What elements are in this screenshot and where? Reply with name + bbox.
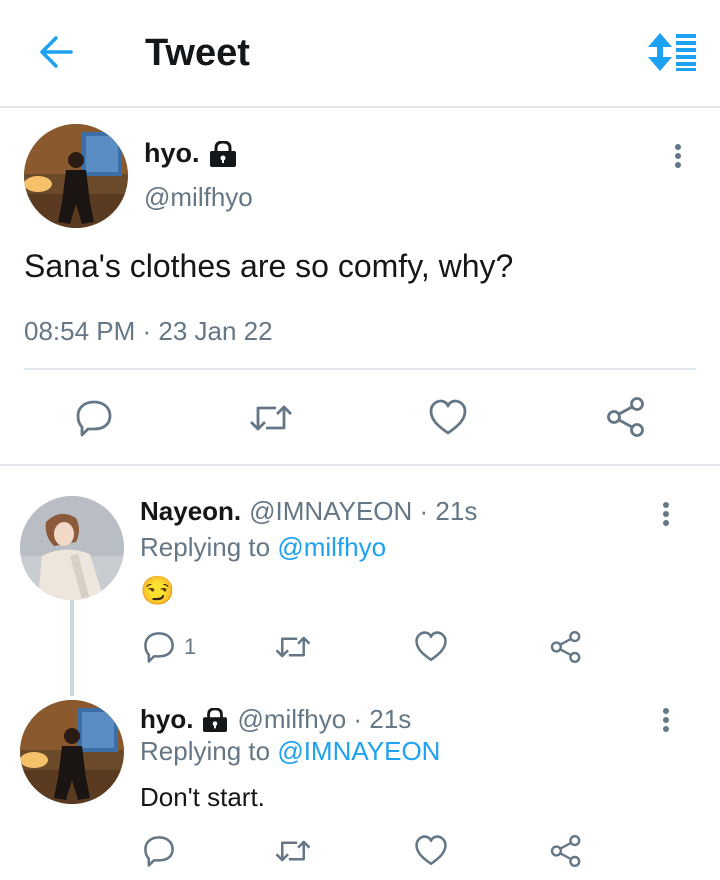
heart-icon [415,631,447,662]
replying-to: Replying to @milfhyo [140,532,386,563]
retweet-button[interactable] [274,630,312,664]
heart-icon [415,835,447,866]
avatar[interactable] [24,124,128,228]
lock-icon [209,140,236,167]
author-name[interactable]: hyo. [140,704,193,735]
mention-link[interactable]: @IMNAYEON [277,736,440,766]
tweet-actions [0,390,720,450]
like-button[interactable] [428,398,468,438]
sort-button[interactable] [644,32,700,72]
share-button[interactable] [550,834,582,868]
share-button[interactable] [550,630,582,664]
retweet-icon [275,636,311,658]
reply-text: Don't start. [140,782,265,812]
reply-button[interactable] [74,398,114,438]
arrow-left-icon [40,36,73,68]
reply-text: 😏 [140,575,175,606]
author-meta: @IMNAYEON · 21s [249,496,478,526]
retweet-icon [275,840,311,862]
retweet-icon [250,405,292,431]
reply-count: 1 [184,634,197,659]
lock-icon [203,707,228,732]
author-row: hyo. [144,138,238,169]
retweet-button[interactable] [248,398,294,438]
reply-header: hyo. @milfhyo · 21s [140,704,411,735]
heart-icon [429,399,467,435]
tweet-timestamp: 08:54 PM · 23 Jan 22 [24,316,273,346]
author-name[interactable]: hyo. [144,138,200,169]
reply-icon [76,400,112,437]
more-options-button[interactable] [654,496,678,532]
share-button[interactable] [606,396,646,438]
top-bar: Tweet [0,0,720,108]
mention-link[interactable]: @milfhyo [277,532,386,562]
author-handle[interactable]: @milfhyo [144,182,253,213]
avatar[interactable] [20,496,124,600]
author-meta: @milfhyo · 21s [237,704,412,734]
page-title: Tweet [145,32,250,74]
like-button[interactable] [414,834,448,868]
retweet-button[interactable] [274,834,312,868]
like-button[interactable] [414,630,448,664]
author-name[interactable]: Nayeon. [140,496,241,527]
reply-icon [144,836,174,867]
replying-label: Replying to [140,736,271,766]
reply-tweet: Nayeon. @IMNAYEON · 21s Replying to @mil… [0,466,720,696]
reply-button[interactable] [142,834,176,868]
divider [24,368,696,370]
more-options-button[interactable] [666,138,690,174]
reply-button[interactable]: 1 [142,630,196,664]
tweet-text: Sana's clothes are so comfy, why? [24,248,514,284]
reply-icon [144,632,174,663]
back-button[interactable] [34,32,78,72]
share-icon [550,631,581,664]
sort-icon [648,33,696,71]
reply-header: Nayeon. @IMNAYEON · 21s [140,496,477,527]
replying-to: Replying to @IMNAYEON [140,736,440,767]
share-icon [550,835,581,868]
share-icon [607,397,644,437]
reply-tweet: hyo. @milfhyo · 21s Replying to @IMNAYEO… [0,696,720,880]
more-options-button[interactable] [654,702,678,738]
avatar[interactable] [20,700,124,804]
replying-label: Replying to [140,532,271,562]
